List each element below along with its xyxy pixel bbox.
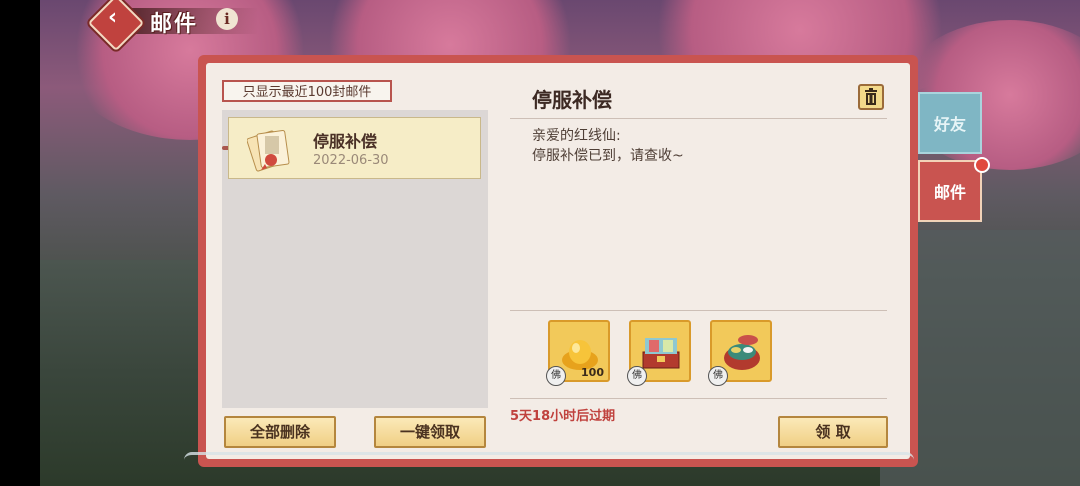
page-title: 邮件 [150,12,199,37]
tab-friends[interactable]: 好友 [918,92,982,154]
delete-mail-button[interactable] [858,84,884,110]
mail-greeting: 亲爱的红线仙: [532,128,621,144]
claim-button[interactable]: 领 取 [778,416,888,448]
divider [510,310,887,311]
divider [510,118,887,119]
mail-message: 停服补偿已到，请查收~ [532,148,684,164]
letterbox-left [0,0,40,486]
info-icon[interactable]: i [216,8,238,30]
delete-all-button[interactable]: 全部删除 [224,416,336,448]
bound-badge: 佛 [627,366,647,386]
mail-item-title: 停服补偿 [313,132,378,151]
bound-badge: 佛 [708,366,728,386]
back-arrow-icon: ‹ [107,4,118,30]
mail-limit-label: 只显示最近100封邮件 [222,80,392,102]
reward-count: 100 [581,366,604,379]
mail-item-date: 2022-06-30 [313,153,389,168]
reward-item-chest[interactable]: 佛 [627,320,691,386]
mail-envelope-icon [246,124,295,172]
mail-detail-title: 停服补偿 [532,88,612,112]
claim-all-button[interactable]: 一键领取 [374,416,486,448]
expire-text: 5天18小时后过期 [510,409,616,424]
cloud-decoration [184,452,914,471]
trash-icon [865,88,877,105]
notification-dot [974,157,990,173]
tab-mail[interactable]: 邮件 [918,160,982,222]
mail-list-item[interactable]: 停服补偿 2022-06-30 [228,117,481,179]
divider [510,398,887,399]
reward-item-gold[interactable]: 100 佛 [546,320,610,386]
reward-item-giftbox[interactable]: 佛 [708,320,772,386]
mail-body: 亲爱的红线仙: 停服补偿已到，请查收~ [532,126,684,166]
bound-badge: 佛 [546,366,566,386]
